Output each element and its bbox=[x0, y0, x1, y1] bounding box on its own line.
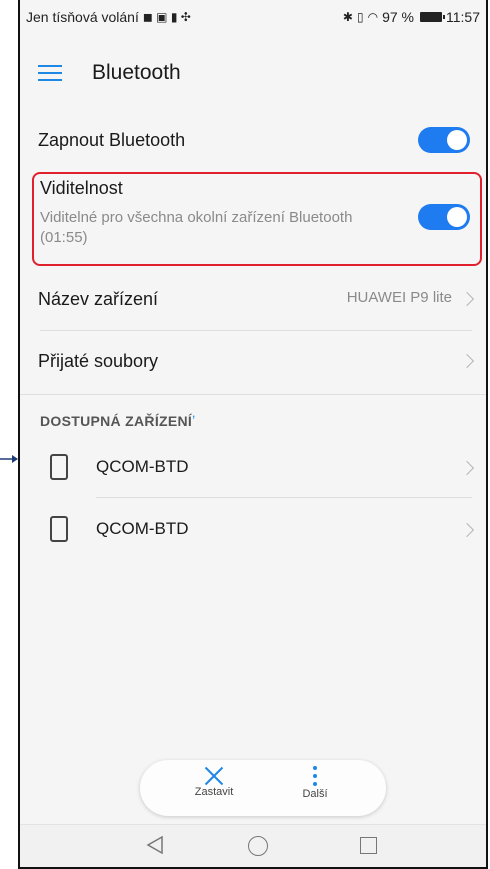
stop-label: Zastavit bbox=[194, 786, 234, 798]
home-icon[interactable] bbox=[248, 836, 268, 856]
bluetooth-switch[interactable] bbox=[418, 127, 470, 153]
app-bar: Bluetooth bbox=[20, 40, 486, 106]
visibility-label: Viditelnost bbox=[40, 178, 123, 198]
menu-icon[interactable] bbox=[38, 64, 62, 82]
recent-apps-icon[interactable] bbox=[360, 837, 377, 854]
received-files-row[interactable]: Přijaté soubory bbox=[20, 334, 486, 388]
battery-percent: 97 % bbox=[382, 9, 414, 25]
device-list-item-name: QCOM-BTD bbox=[96, 457, 189, 476]
carrier-text: Jen tísňová volání bbox=[26, 9, 139, 25]
bluetooth-icon: ✱ bbox=[342, 10, 353, 24]
chevron-right-icon bbox=[459, 353, 475, 369]
device-name-row[interactable]: Název zařízení HUAWEI P9 lite bbox=[20, 272, 486, 326]
page-title: Bluetooth bbox=[92, 61, 181, 84]
visibility-description: Viditelné pro všechna okolní zařízení Bl… bbox=[40, 209, 353, 246]
chevron-right-icon bbox=[459, 460, 475, 476]
wifi-icon: ◠ bbox=[367, 10, 379, 24]
chevron-right-icon bbox=[459, 291, 475, 307]
bottom-action-bar: Zastavit Další bbox=[140, 760, 386, 816]
more-vert-icon bbox=[313, 766, 317, 786]
phone-icon bbox=[50, 454, 68, 480]
chevron-right-icon bbox=[459, 522, 475, 538]
notification-icons: ◼ ▣ ▮ ✣ bbox=[142, 10, 191, 24]
divider bbox=[96, 497, 472, 498]
battery-icon bbox=[420, 12, 445, 22]
back-icon[interactable] bbox=[146, 835, 164, 855]
device-list-item-name: QCOM-BTD bbox=[96, 519, 189, 538]
stop-button[interactable]: Zastavit bbox=[184, 766, 244, 798]
vibrate-icon: ▯ bbox=[356, 10, 364, 24]
more-button[interactable]: Další bbox=[285, 766, 345, 800]
status-bar: Jen tísňová volání ◼ ▣ ▮ ✣ ✱ ▯ ◠ 97 % 11… bbox=[20, 0, 486, 34]
phone-icon bbox=[50, 516, 68, 542]
divider bbox=[40, 330, 472, 331]
available-devices-header-text: DOSTUPNÁ ZAŘÍZENÍ bbox=[40, 413, 193, 429]
device-name-value: HUAWEI P9 lite bbox=[346, 289, 452, 306]
system-nav-bar bbox=[20, 824, 486, 867]
phone-screen: Jen tísňová volání ◼ ▣ ▮ ✣ ✱ ▯ ◠ 97 % 11… bbox=[18, 0, 488, 869]
divider bbox=[20, 394, 486, 395]
bluetooth-toggle-label: Zapnout Bluetooth bbox=[38, 129, 186, 150]
pointer-arrow-icon bbox=[0, 455, 18, 463]
available-devices-header: DOSTUPNÁ ZAŘÍZENÍʼ bbox=[40, 413, 196, 429]
device-list-item[interactable]: QCOM-BTD bbox=[20, 500, 486, 558]
more-label: Další bbox=[302, 788, 328, 800]
close-icon bbox=[204, 766, 224, 786]
clock: 11:57 bbox=[446, 9, 480, 25]
received-files-label: Přijaté soubory bbox=[38, 350, 159, 371]
device-list-item[interactable]: QCOM-BTD bbox=[20, 438, 486, 496]
device-name-label: Název zařízení bbox=[38, 288, 159, 309]
bluetooth-toggle-row[interactable]: Zapnout Bluetooth bbox=[20, 116, 486, 164]
visibility-switch[interactable] bbox=[418, 204, 470, 230]
